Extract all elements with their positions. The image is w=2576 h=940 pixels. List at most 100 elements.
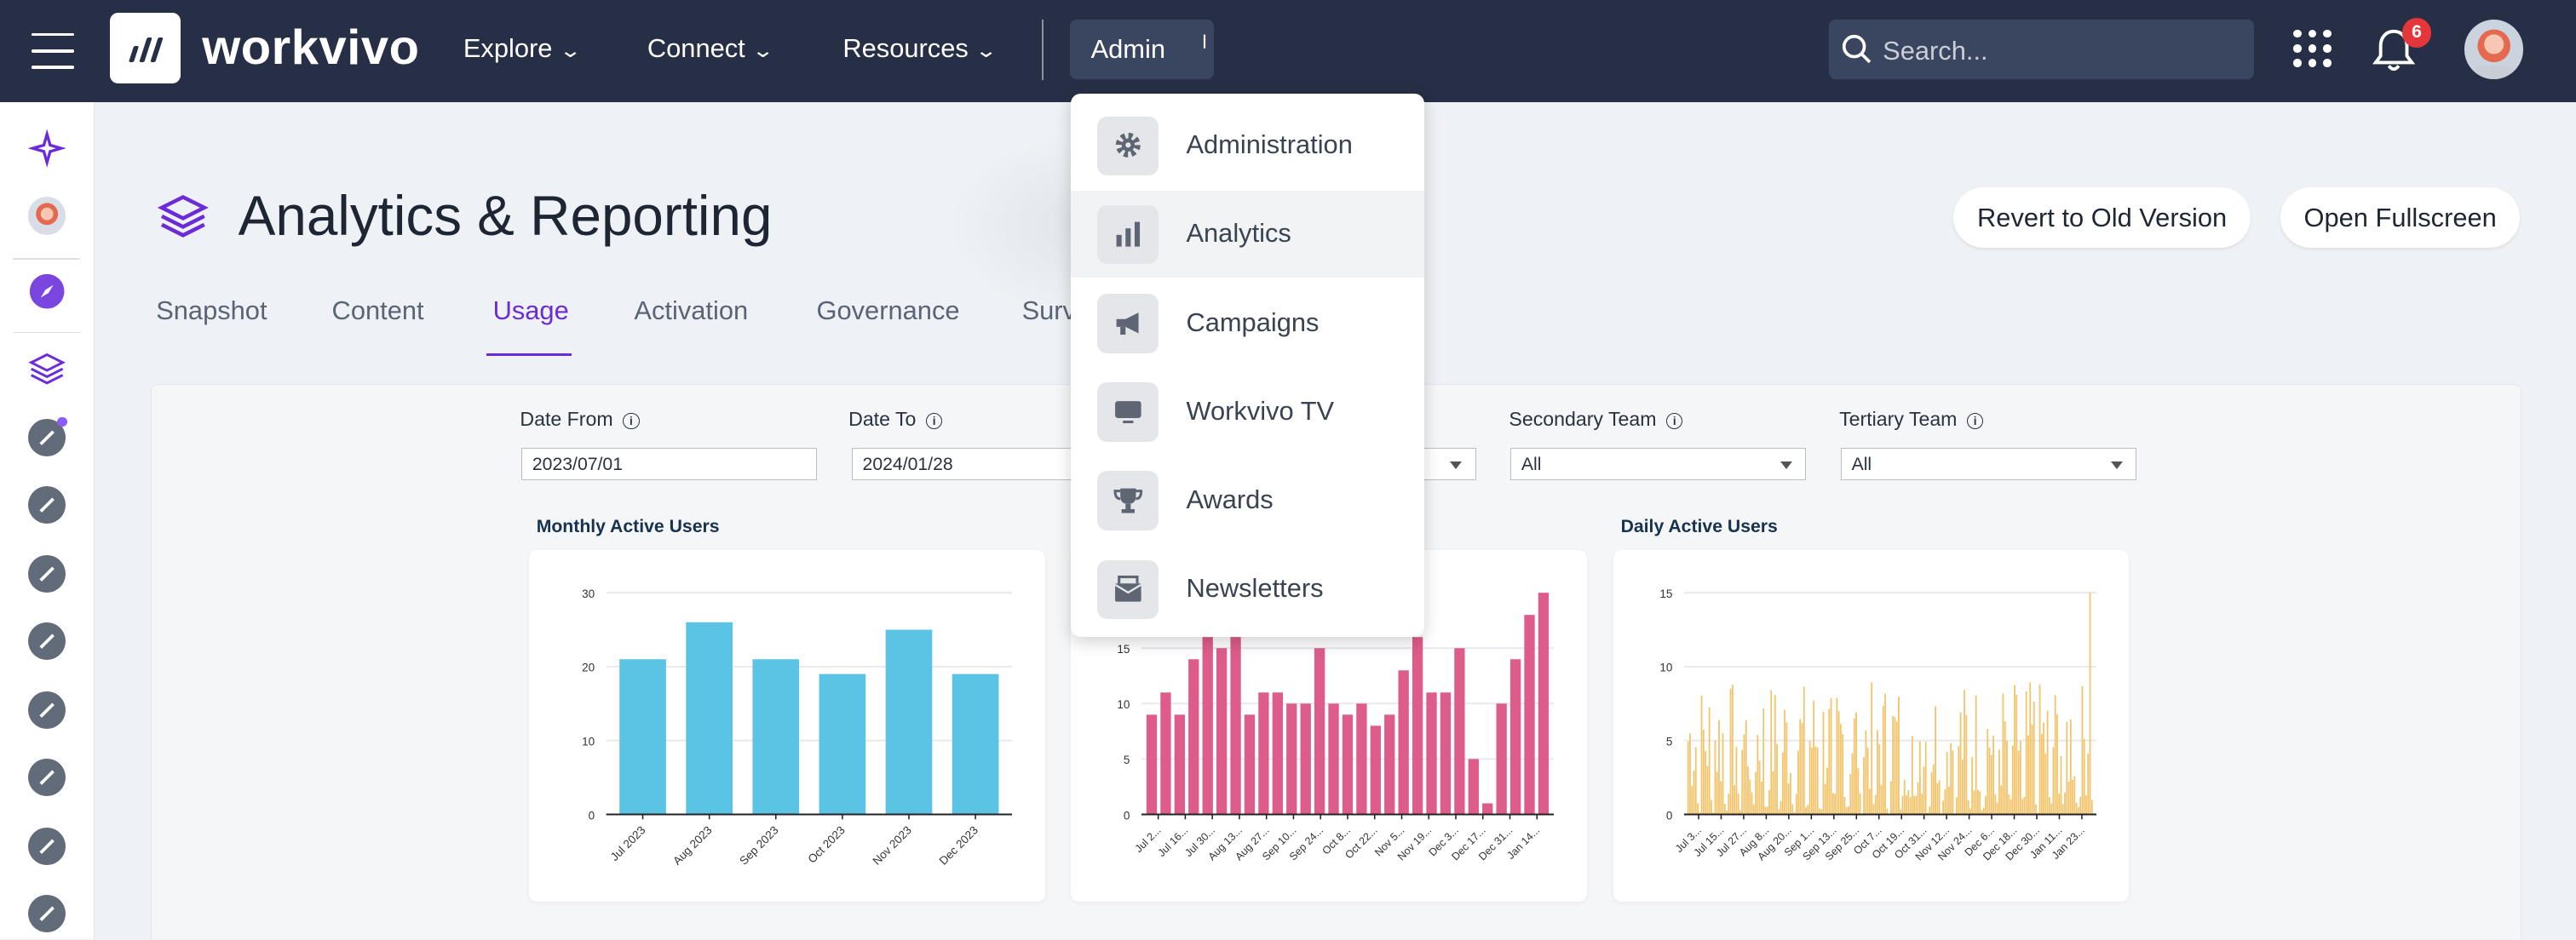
bar	[1764, 806, 1767, 815]
bar	[1768, 790, 1770, 815]
date-from-input[interactable]: 2023/07/01	[521, 447, 818, 481]
tab-activation[interactable]: Activation	[634, 295, 748, 326]
pencil-icon[interactable]	[27, 554, 66, 593]
bar	[1216, 648, 1228, 815]
bar	[1955, 797, 1958, 815]
y-tick-label: 30	[582, 588, 595, 600]
pencil-icon[interactable]	[27, 828, 66, 866]
info-icon[interactable]: i	[1967, 412, 1984, 429]
menu-item-workvivo-tv[interactable]: Workvivo TV	[1071, 368, 1424, 455]
bar	[1752, 804, 1755, 815]
tab-content[interactable]: Content	[332, 295, 424, 326]
nav-admin-button[interactable]: Admin ╵	[1069, 20, 1215, 79]
pencil-icon[interactable]	[27, 416, 68, 457]
info-icon[interactable]: i	[1666, 412, 1683, 429]
menu-item-administration[interactable]: Administration	[1071, 102, 1424, 189]
bar	[1924, 742, 1927, 815]
tertiary-team-value: All	[1851, 454, 1872, 474]
menu-item-label: Newsletters	[1186, 573, 1324, 604]
secondary-team-select[interactable]: All	[1510, 447, 1807, 481]
bar	[1785, 722, 1788, 815]
info-icon[interactable]: i	[623, 412, 640, 429]
bar	[1849, 774, 1852, 815]
y-tick-label: 10	[1118, 698, 1130, 711]
bar	[1903, 779, 1906, 815]
info-icon[interactable]: i	[925, 412, 943, 429]
bar	[1866, 747, 1869, 815]
nav-connect[interactable]: Connect ⌄	[647, 33, 775, 64]
workvivo-logo-icon[interactable]	[110, 13, 181, 84]
search-input[interactable]	[1879, 20, 2248, 83]
sparkle-icon[interactable]	[27, 129, 66, 168]
bar	[1847, 806, 1849, 815]
menu-item-awards[interactable]: Awards	[1071, 456, 1424, 543]
bar	[1853, 718, 1855, 815]
pencil-icon[interactable]	[27, 759, 66, 797]
menu-item-analytics[interactable]: Analytics	[1071, 190, 1425, 278]
tab-surveys[interactable]: Surv	[1022, 295, 1076, 326]
tab-snapshot[interactable]: Snapshot	[156, 295, 267, 326]
hamburger-menu-icon[interactable]	[31, 32, 74, 69]
date-from-label-text: Date From	[520, 408, 613, 431]
bar	[1843, 796, 1846, 815]
x-tick-label: Jul 2023	[608, 823, 648, 863]
user-avatar[interactable]	[2464, 20, 2524, 79]
bar	[1245, 714, 1256, 815]
tertiary-team-select[interactable]: All	[1841, 447, 2137, 481]
bar	[1807, 805, 1809, 815]
bar	[1839, 724, 1842, 815]
bar	[1837, 711, 1840, 815]
open-fullscreen-button[interactable]: Open Fullscreen	[2280, 186, 2521, 249]
date-to-label-text: Date To	[848, 408, 917, 431]
bar	[1300, 703, 1312, 815]
revert-old-version-button[interactable]: Revert to Old Version	[1953, 186, 2251, 249]
bar	[1743, 734, 1745, 815]
brand-name[interactable]: workvivo	[202, 20, 419, 76]
bar	[1799, 719, 1802, 815]
bar	[2046, 710, 2049, 815]
bar	[1693, 771, 1695, 815]
compass-icon[interactable]	[28, 272, 66, 310]
bar	[2058, 794, 2060, 815]
bar	[686, 622, 733, 815]
bar	[1708, 707, 1711, 815]
bar	[1440, 692, 1452, 815]
menu-item-label: Workvivo TV	[1186, 395, 1335, 426]
bar	[1911, 736, 1913, 815]
search-box[interactable]	[1828, 20, 2255, 83]
pencil-icon[interactable]	[27, 895, 66, 933]
bar	[1952, 750, 1954, 815]
profile-avatar[interactable]	[27, 197, 66, 235]
bar	[1947, 787, 1950, 815]
bar	[1836, 697, 1838, 815]
y-tick-label: 5	[1124, 754, 1130, 766]
bar	[1775, 743, 1778, 815]
bar	[1979, 791, 1981, 815]
bar	[1734, 785, 1735, 815]
bar	[1935, 706, 1936, 815]
bar	[1356, 703, 1367, 815]
bar	[1973, 790, 1975, 815]
nav-resources[interactable]: Resources ⌄	[842, 33, 998, 64]
pencil-icon[interactable]	[27, 485, 66, 524]
tab-governance[interactable]: Governance	[816, 295, 959, 326]
y-tick-label: 0	[1124, 809, 1130, 822]
bar	[1717, 719, 1720, 815]
nav-explore[interactable]: Explore ⌄	[463, 33, 582, 64]
layers-icon[interactable]	[28, 350, 66, 387]
menu-item-newsletters[interactable]: Newsletters	[1071, 545, 1424, 632]
pencil-icon[interactable]	[27, 622, 66, 661]
bar	[1258, 692, 1269, 815]
bar	[1706, 765, 1709, 815]
nav-divider	[1041, 20, 1044, 81]
bar	[2011, 745, 2014, 815]
menu-item-campaigns[interactable]: Campaigns	[1071, 279, 1424, 366]
apps-grid-icon[interactable]	[2293, 29, 2332, 69]
pencil-icon[interactable]	[27, 691, 66, 730]
tab-usage[interactable]: Usage	[493, 295, 569, 326]
date-to-label: Date To i	[848, 408, 943, 431]
bar	[1938, 780, 1941, 815]
admin-dropdown-menu: Administration Analytics Campaigns Workv…	[1071, 93, 1425, 638]
bar	[1791, 804, 1793, 815]
bar	[1884, 693, 1886, 815]
